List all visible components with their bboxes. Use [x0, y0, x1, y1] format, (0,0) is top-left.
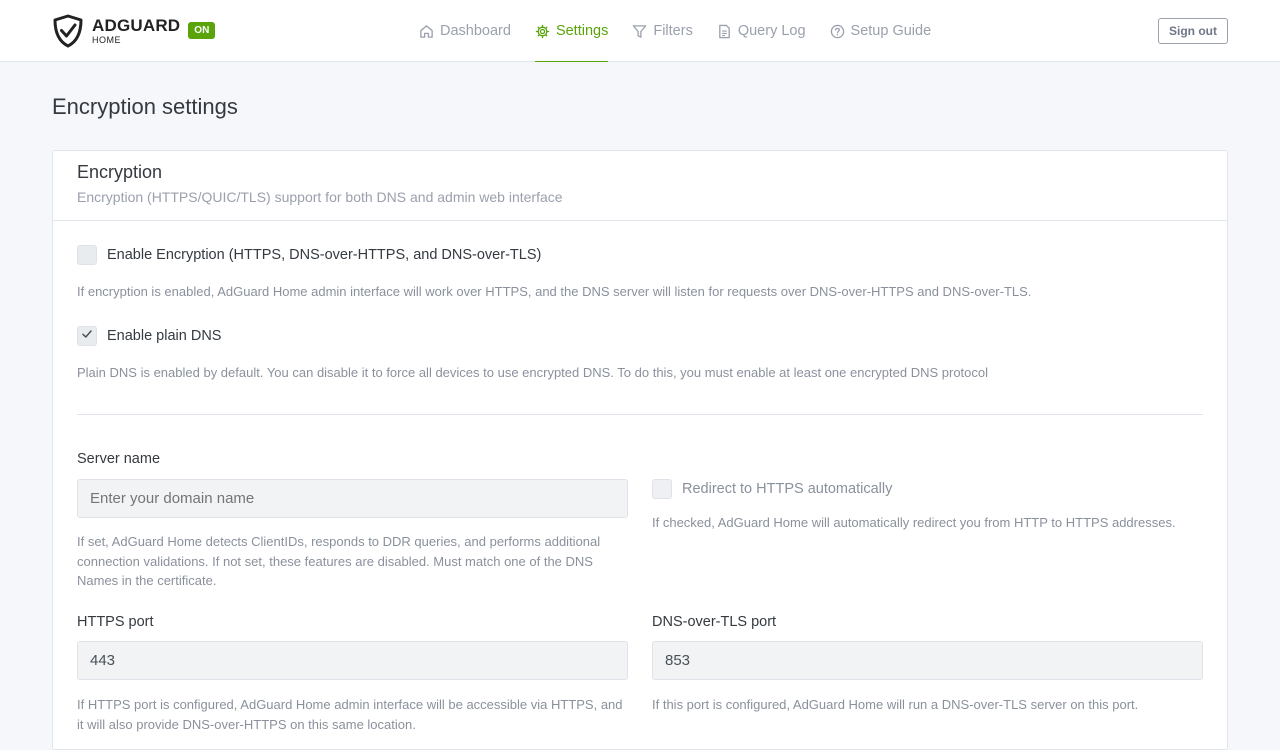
enable-encryption-row[interactable]: Enable Encryption (HTTPS, DNS-over-HTTPS… — [77, 245, 541, 265]
brand-subtitle: HOME — [92, 35, 121, 45]
top-header: ADGUARD HOME ON Dashboard Settings Filte… — [0, 0, 1280, 62]
server-name-label: Server name — [77, 451, 161, 467]
nav-query-log-label: Query Log — [737, 23, 806, 39]
brand-title: ADGUARD — [92, 16, 181, 35]
shield-logo-icon — [52, 14, 84, 48]
nav-settings-label: Settings — [555, 23, 609, 39]
filter-icon — [632, 24, 647, 39]
main-nav: Dashboard Settings Filters Query Log Set… — [419, 0, 955, 62]
checkmark-icon — [81, 328, 93, 344]
server-name-input[interactable] — [77, 479, 628, 518]
https-port-help: If HTTPS port is configured, AdGuard Hom… — [77, 697, 623, 732]
nav-filters[interactable]: Filters — [632, 0, 693, 62]
nav-settings[interactable]: Settings — [534, 0, 609, 62]
encryption-card: Encryption Encryption (HTTPS/QUIC/TLS) s… — [52, 150, 1228, 750]
redirect-https-checkbox[interactable] — [652, 479, 672, 499]
card-subtitle: Encryption (HTTPS/QUIC/TLS) support for … — [77, 189, 563, 205]
nav-setup-guide[interactable]: Setup Guide — [830, 0, 932, 62]
dot-port-help: If this port is configured, AdGuard Home… — [652, 697, 1139, 712]
enable-plain-dns-help: Plain DNS is enabled by default. You can… — [77, 365, 989, 380]
enable-encryption-checkbox[interactable] — [77, 245, 97, 265]
nav-setup-guide-label: Setup Guide — [850, 23, 932, 39]
nav-dashboard[interactable]: Dashboard — [419, 0, 511, 62]
protection-status-badge: ON — [188, 22, 216, 39]
https-port-label: HTTPS port — [77, 614, 154, 630]
card-header: Encryption Encryption (HTTPS/QUIC/TLS) s… — [53, 151, 1227, 221]
document-icon — [717, 24, 732, 39]
enable-plain-dns-row[interactable]: Enable plain DNS — [77, 326, 221, 346]
card-title: Encryption — [77, 162, 163, 182]
enable-encryption-help: If encryption is enabled, AdGuard Home a… — [77, 284, 1032, 299]
nav-filters-label: Filters — [653, 23, 693, 39]
sign-out-button[interactable]: Sign out — [1158, 18, 1228, 44]
gear-icon — [535, 24, 550, 39]
redirect-https-help: If checked, AdGuard Home will automatica… — [652, 515, 1176, 530]
home-icon — [419, 24, 434, 39]
section-divider — [77, 414, 1203, 415]
enable-encryption-label: Enable Encryption (HTTPS, DNS-over-HTTPS… — [107, 247, 542, 263]
dot-port-label: DNS-over-TLS port — [652, 614, 777, 630]
enable-plain-dns-label: Enable plain DNS — [107, 328, 222, 344]
redirect-https-label: Redirect to HTTPS automatically — [682, 481, 893, 497]
dot-port-input[interactable]: 853 — [652, 641, 1203, 680]
https-port-input[interactable]: 443 — [77, 641, 628, 680]
nav-query-log[interactable]: Query Log — [717, 0, 806, 62]
redirect-https-row[interactable]: Redirect to HTTPS automatically — [652, 479, 892, 499]
enable-plain-dns-checkbox[interactable] — [77, 326, 97, 346]
nav-dashboard-label: Dashboard — [440, 23, 511, 39]
page-title: Encryption settings — [52, 94, 238, 119]
server-name-help: If set, AdGuard Home detects ClientIDs, … — [77, 534, 601, 588]
help-circle-icon — [830, 24, 845, 39]
adguard-logo[interactable]: ADGUARD HOME ON — [52, 14, 216, 48]
